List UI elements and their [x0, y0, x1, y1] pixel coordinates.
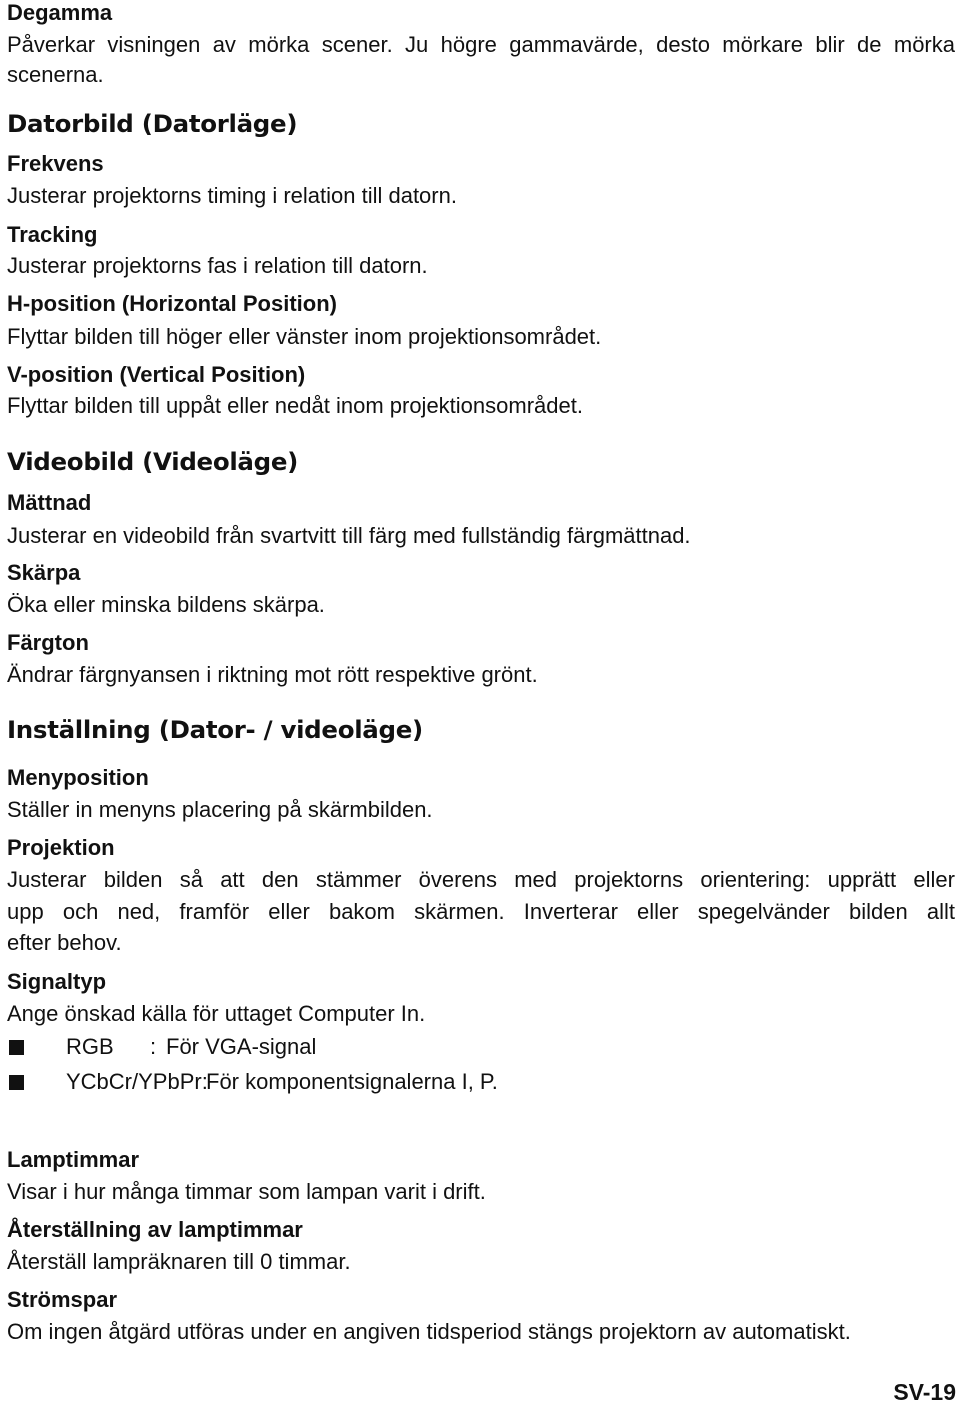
- v-position-title: V-position (Vertical Position): [7, 362, 306, 387]
- square-bullet-icon: [9, 1075, 24, 1090]
- page-number: SV-19: [893, 1379, 956, 1405]
- tracking-title: Tracking: [7, 222, 98, 247]
- fargton-title: Färgton: [7, 630, 89, 655]
- h-position-title: H-position (Horizontal Position): [7, 291, 337, 316]
- computer-section-heading: Datorbild (Datorläge): [7, 110, 298, 138]
- frekvens-body: Justerar projektorns timing i relation t…: [7, 183, 457, 208]
- projektion-title: Projektion: [7, 835, 115, 860]
- mattnad-title: Mättnad: [7, 490, 92, 515]
- lamptimmar-body: Visar i hur många timmar som lampan vari…: [7, 1179, 486, 1204]
- signaltyp-body: Ange önskad källa för uttaget Computer I…: [7, 1001, 426, 1026]
- projektion-body-line-2: upp och ned, framför eller bakom skärmen…: [7, 899, 955, 924]
- fargton-body: Ändrar färgnyansen i riktning mot rött r…: [7, 662, 538, 687]
- menyposition-title: Menyposition: [7, 765, 149, 790]
- aterstallning-title: Återställning av lamptimmar: [7, 1217, 303, 1242]
- signal-option-label: RGB: [66, 1034, 114, 1059]
- degamma-body-line-2: scenerna.: [7, 62, 104, 87]
- signal-option-label: YCbCr/YPbPr:: [66, 1069, 208, 1094]
- projektion-body-line-3: efter behov.: [7, 930, 122, 955]
- degamma-title: Degamma: [7, 0, 113, 25]
- square-bullet-icon: [9, 1040, 24, 1055]
- skarpa-title: Skärpa: [7, 560, 81, 585]
- signaltyp-title: Signaltyp: [7, 969, 107, 994]
- tracking-body: Justerar projektorns fas i relation till…: [7, 253, 428, 278]
- signal-option-separator: :: [150, 1034, 157, 1059]
- video-section-heading: Videobild (Videoläge): [7, 448, 299, 476]
- mattnad-body: Justerar en videobild från svartvitt til…: [7, 523, 691, 548]
- menyposition-body: Ställer in menyns placering på skärmbild…: [7, 797, 433, 822]
- h-position-body: Flyttar bilden till höger eller vänster …: [7, 324, 602, 349]
- frekvens-title: Frekvens: [7, 151, 104, 176]
- stromspar-body: Om ingen åtgärd utföras under en angiven…: [7, 1319, 851, 1344]
- stromspar-title: Strömspar: [7, 1287, 118, 1312]
- v-position-body: Flyttar bilden till uppåt eller nedåt in…: [7, 393, 583, 418]
- lamptimmar-title: Lamptimmar: [7, 1147, 140, 1172]
- signal-option-desc: För komponentsignalerna I, P.: [206, 1069, 498, 1094]
- aterstallning-body: Återställ lampräknaren till 0 timmar.: [7, 1249, 351, 1274]
- signal-option-desc: För VGA-signal: [166, 1034, 317, 1059]
- degamma-body-line-1: Påverkar visningen av mörka scener. Ju h…: [7, 32, 955, 57]
- projektion-body-line-1: Justerar bilden så att den stämmer övere…: [7, 867, 955, 892]
- skarpa-body: Öka eller minska bildens skärpa.: [7, 592, 325, 617]
- settings-section-heading: Inställning (Dator- / videoläge): [7, 716, 423, 744]
